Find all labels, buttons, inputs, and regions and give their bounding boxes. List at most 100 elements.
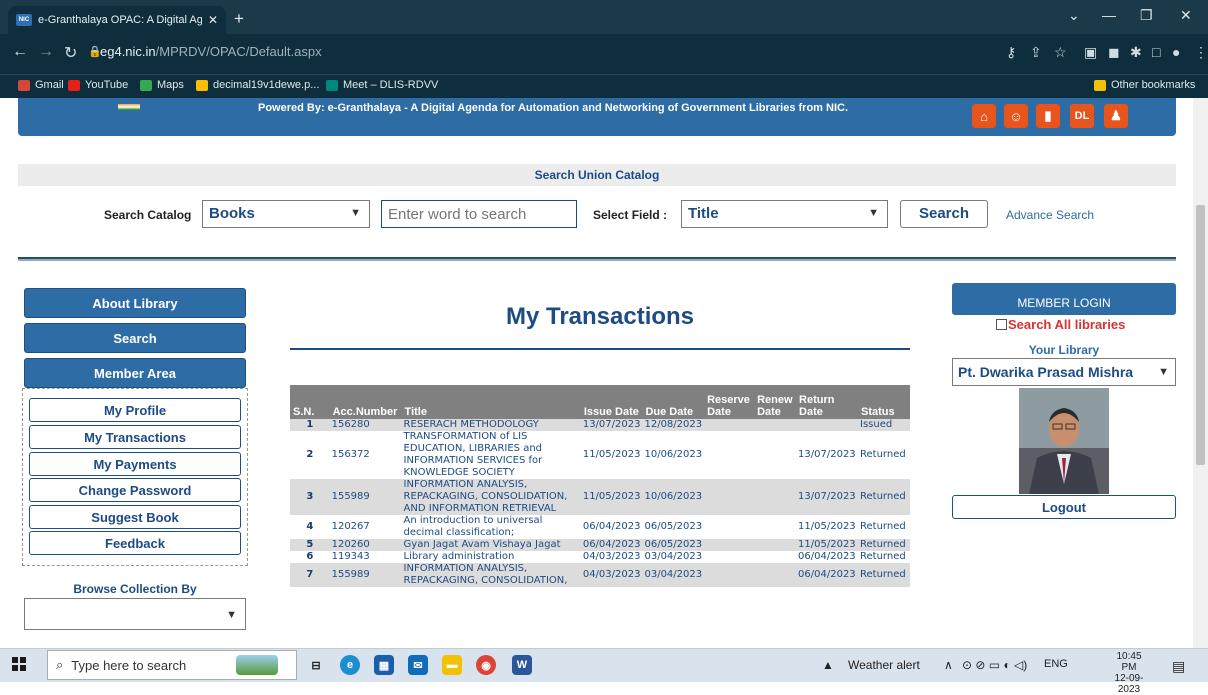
member-icon[interactable]: ♟ (1104, 104, 1128, 128)
search-all-libraries[interactable]: Search All libraries (996, 317, 1125, 332)
clock[interactable]: 10:45 PM 12-09-2023 (1108, 651, 1150, 695)
bookmark-gmail[interactable]: Gmail (18, 79, 64, 91)
minimize-icon[interactable]: — (1102, 7, 1116, 23)
cell-return: 11/05/2023 (796, 539, 859, 551)
feedback-button[interactable]: Feedback (29, 531, 241, 555)
member-login-header[interactable]: MEMBER LOGIN (952, 283, 1176, 315)
cell-sn: 2 (306, 449, 314, 460)
cell-sn: 1 (290, 419, 330, 431)
member-photo (1019, 388, 1109, 494)
browse-collection-label: Browse Collection By (73, 582, 197, 596)
col-issue-date: Issue Date (580, 385, 643, 419)
tray-chevron-up-icon[interactable]: ∧ (944, 658, 953, 672)
home-icon[interactable]: ⌂ (972, 104, 996, 128)
search-button[interactable]: Search (900, 200, 988, 228)
maps-icon (140, 79, 152, 91)
nic-favicon-icon: NIC (16, 14, 32, 26)
store-icon[interactable]: ▦ (374, 655, 394, 675)
bookmark-youtube[interactable]: YouTube (68, 79, 128, 91)
about-library-button[interactable]: About Library (24, 288, 246, 318)
file-explorer-icon[interactable]: ▬ (442, 655, 462, 675)
gmail-icon (18, 79, 30, 91)
cell-due: 10/06/2023 (642, 479, 705, 515)
field-select[interactable]: Title ▼ (681, 200, 888, 228)
cell-status: Returned (858, 479, 910, 515)
catalog-select[interactable]: Books ▼ (202, 200, 370, 228)
notifications-icon[interactable]: ▤ (1172, 658, 1185, 675)
bookmark-maps[interactable]: Maps (140, 79, 184, 91)
search-all-checkbox[interactable] (996, 319, 1007, 330)
table-row: 7 155989 INFORMATION ANALYSIS, REPACKAGING… (290, 563, 910, 587)
side-panel-icon[interactable]: □ (1152, 44, 1160, 60)
back-icon[interactable]: ← (12, 43, 28, 61)
cell-reserve (704, 431, 754, 479)
restore-icon[interactable]: ❐ (1140, 7, 1153, 24)
other-bookmarks[interactable]: Other bookmarks (1094, 79, 1195, 91)
digital-library-icon[interactable]: DL (1070, 104, 1094, 128)
cell-return: 13/07/2023 (798, 449, 856, 460)
tab-search-chevron-icon[interactable]: ⌄ (1068, 7, 1080, 24)
my-transactions-button[interactable]: My Transactions (29, 425, 241, 449)
cell-return: 06/04/2023 (796, 563, 859, 587)
search-nav-button[interactable]: Search (24, 323, 246, 353)
forward-icon[interactable]: → (38, 43, 54, 61)
cell-reserve (704, 551, 754, 563)
page-title: My Transactions (505, 303, 695, 330)
weather-alert-icon[interactable]: ▲ (822, 658, 834, 672)
address-bar[interactable]: eg4.nic.in/MPRDV/OPAC/Default.aspx (100, 44, 322, 59)
close-tab-icon[interactable]: ✕ (208, 13, 218, 27)
col-reserve-date: Reserve Date (704, 385, 755, 419)
share-icon[interactable]: ⇪ (1030, 44, 1042, 61)
change-password-button[interactable]: Change Password (29, 478, 241, 502)
profile-avatar-icon[interactable]: ● (1172, 44, 1180, 60)
cell-due: 06/05/2023 (642, 539, 705, 551)
mail-icon[interactable]: ✉ (408, 655, 428, 675)
word-icon[interactable]: W (512, 655, 532, 675)
cell-acc: 155989 (329, 563, 402, 587)
bookmark-decimal[interactable]: decimal19v1dewe.p... (196, 79, 319, 91)
windows-start-icon[interactable] (12, 657, 26, 671)
language-indicator[interactable]: ENG (1044, 658, 1068, 670)
cell-issue: 06/04/2023 (582, 521, 641, 532)
chrome-icon[interactable]: ◉ (476, 655, 496, 675)
my-payments-button[interactable]: My Payments (29, 452, 241, 476)
window-close-icon[interactable]: ✕ (1180, 7, 1192, 24)
library-select[interactable]: Pt. Dwarika Prasad Mishra ▼ (952, 358, 1176, 386)
browser-menu-icon[interactable]: ⋮ (1194, 44, 1208, 61)
cell-return (796, 419, 859, 431)
suggest-book-button[interactable]: Suggest Book (29, 505, 241, 529)
statistics-icon[interactable]: ▮ (1036, 104, 1060, 128)
bookmark-meet[interactable]: Meet – DLIS-RDVV (326, 79, 438, 91)
password-key-icon[interactable]: ⚷ (1006, 44, 1016, 61)
logout-button[interactable]: Logout (952, 495, 1176, 519)
weather-alert-label[interactable]: Weather alert (848, 658, 920, 672)
extension-icon[interactable]: ▣ (1084, 44, 1097, 61)
table-row: 2 156372 TRANSFORMATION of LIS EDUCATION, … (290, 431, 910, 479)
reload-icon[interactable]: ↻ (64, 43, 77, 63)
cell-renew (754, 563, 797, 587)
cell-issue: 06/04/2023 (580, 539, 643, 551)
edge-browser-icon[interactable]: e (340, 655, 360, 675)
member-area-button[interactable]: Member Area (24, 358, 246, 388)
my-profile-button[interactable]: My Profile (29, 398, 241, 422)
tab-title: e-Granthalaya OPAC: A Digital Ag (38, 14, 202, 26)
search-input[interactable] (381, 200, 577, 228)
clock-date: 12-09-2023 (1114, 673, 1144, 695)
task-view-icon[interactable]: ⊟ (306, 655, 326, 675)
search-all-label: Search All libraries (1008, 317, 1126, 332)
advance-search-link[interactable]: Advance Search (1006, 208, 1094, 222)
tray-status-icons[interactable]: ⊙ ⊘ ▭ ◐ ◁) (962, 658, 1027, 672)
cell-due: 03/04/2023 (642, 563, 705, 587)
scrollbar-thumb[interactable] (1196, 205, 1205, 465)
user-icon[interactable]: ☺ (1004, 104, 1028, 128)
new-tab-icon[interactable]: + (234, 9, 244, 29)
browser-tab[interactable]: NIC e-Granthalaya OPAC: A Digital Ag ✕ (8, 6, 226, 34)
meet-icon (326, 79, 338, 91)
youtube-icon (68, 79, 80, 91)
library-select-value: Pt. Dwarika Prasad Mishra (958, 364, 1134, 380)
bookmark-star-icon[interactable]: ☆ (1054, 44, 1067, 61)
extension-2-icon[interactable]: ◼ (1108, 44, 1120, 61)
browse-collection-select[interactable]: ▼ (24, 598, 246, 630)
extensions-puzzle-icon[interactable]: ✱ (1130, 44, 1142, 61)
col-return-date: Return Date (796, 385, 859, 419)
